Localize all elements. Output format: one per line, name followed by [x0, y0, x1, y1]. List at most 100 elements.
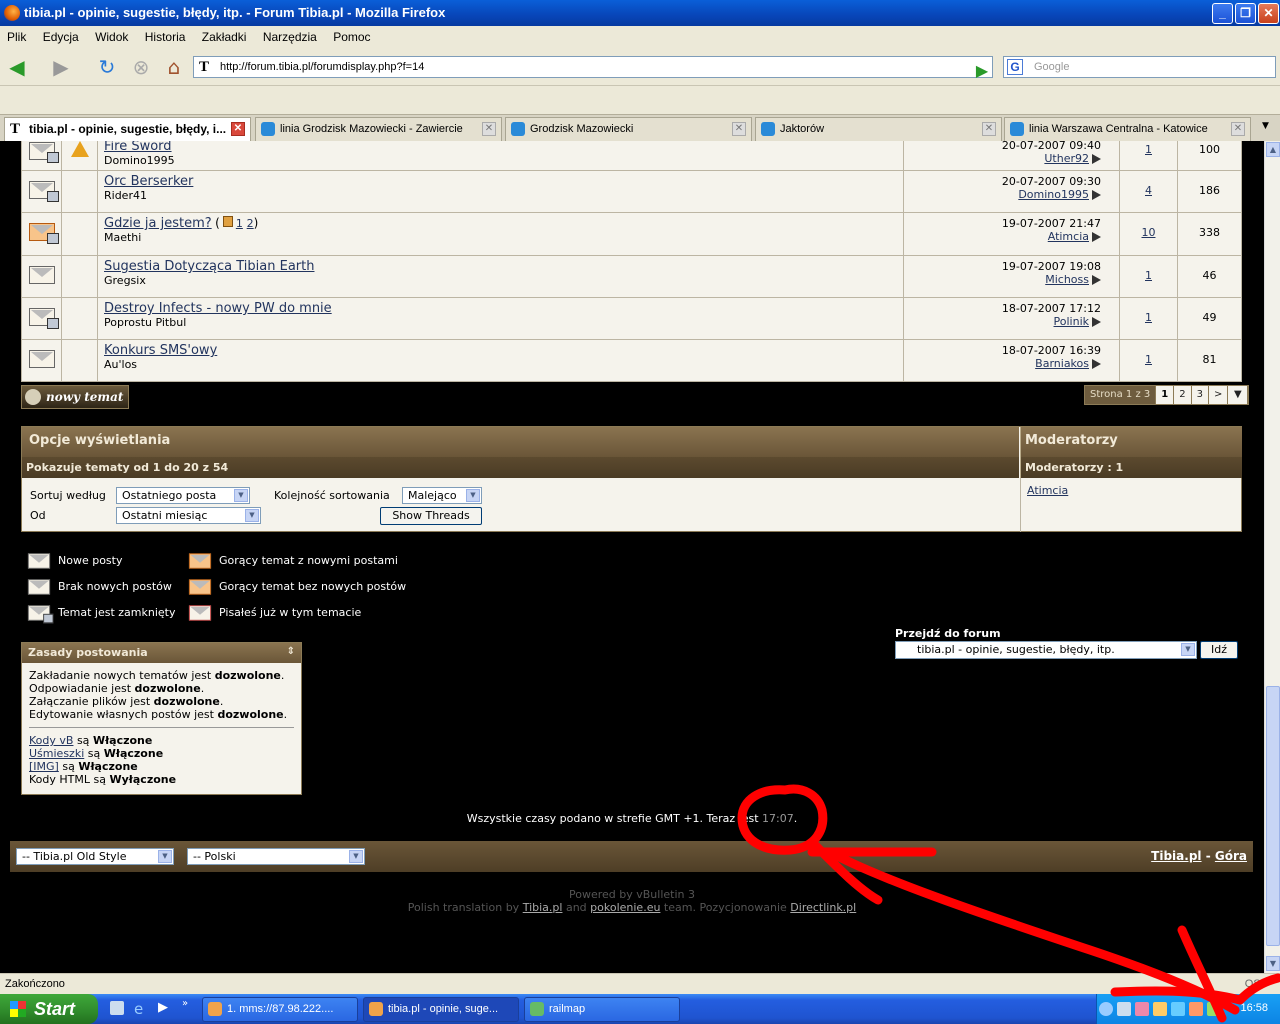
replies-link[interactable]: 1	[1145, 143, 1152, 156]
thread-title-link[interactable]: Orc Berserker	[104, 174, 193, 189]
scroll-down-icon[interactable]: ▼	[1266, 956, 1280, 971]
tray-app-icon[interactable]	[1117, 1002, 1131, 1016]
vbcode-link[interactable]: Kody vB	[29, 734, 73, 747]
page-2-link[interactable]: 2	[1174, 386, 1192, 404]
menu-bookmarks[interactable]: Zakładki	[195, 26, 253, 44]
scroll-thumb[interactable]	[1266, 686, 1280, 946]
thread-title-link[interactable]: Gdzie ja jestem?	[104, 216, 212, 231]
forward-icon[interactable]: ▶	[48, 54, 74, 80]
start-button[interactable]: Start	[0, 994, 98, 1024]
tab-jaktorow[interactable]: Jaktorów ✕	[755, 117, 1002, 141]
language-select[interactable]: -- Polski ▼	[187, 848, 365, 865]
smilies-link[interactable]: Uśmieszki	[29, 747, 84, 760]
replies-link[interactable]: 1	[1145, 353, 1152, 366]
media-player-icon[interactable]: ▶	[158, 1000, 168, 1015]
top-link[interactable]: Góra	[1215, 849, 1247, 863]
thread-title-link[interactable]: Fire Sword	[104, 141, 172, 154]
moderator-link[interactable]: Atimcia	[1027, 484, 1068, 497]
replies-link[interactable]: 4	[1145, 184, 1152, 197]
internet-explorer-icon[interactable]: e	[134, 1000, 143, 1018]
menu-history[interactable]: Historia	[138, 26, 192, 44]
go-last-post-icon[interactable]	[1092, 232, 1101, 242]
google-icon[interactable]: G	[1007, 59, 1023, 75]
sort-select[interactable]: Ostatniego posta ▼	[116, 487, 250, 504]
thread-title-link[interactable]: Sugestia Dotycząca Tibian Earth	[104, 259, 314, 274]
tab-grodzisk[interactable]: Grodzisk Mazowiecki ✕	[505, 117, 752, 141]
replies-link[interactable]: 1	[1145, 311, 1152, 324]
show-desktop-icon[interactable]	[110, 1001, 124, 1015]
tab-list-icon[interactable]: ▼	[1262, 121, 1269, 131]
go-last-post-icon[interactable]	[1092, 275, 1101, 285]
go-icon[interactable]: ▶	[969, 58, 995, 84]
sort-order-select[interactable]: Malejąco ▼	[402, 487, 482, 504]
new-topic-label: nowy temat	[46, 390, 124, 404]
directlink-link[interactable]: Directlink.pl	[790, 901, 856, 914]
replies-link[interactable]: 1	[1145, 269, 1152, 282]
taskbar-item-mms[interactable]: 1. mms://87.98.222....	[202, 997, 358, 1022]
tray-expand-icon[interactable]	[1099, 1002, 1113, 1016]
new-topic-button[interactable]: nowy temat	[21, 385, 129, 409]
menu-view[interactable]: Widok	[88, 26, 134, 44]
pokolenie-link[interactable]: pokolenie.eu	[590, 901, 660, 914]
thread-page-1-link[interactable]: 1	[236, 217, 243, 230]
close-tab-icon[interactable]: ✕	[982, 122, 996, 136]
close-tab-icon[interactable]: ✕	[732, 122, 746, 136]
tibia-home-link[interactable]: Tibia.pl	[1151, 849, 1201, 863]
go-last-post-icon[interactable]	[1092, 154, 1101, 164]
stop-icon[interactable]: ⊗	[128, 54, 154, 80]
replies-link[interactable]: 10	[1142, 226, 1156, 239]
tab-tibia[interactable]: T tibia.pl - opinie, sugestie, błędy, i.…	[4, 117, 251, 141]
go-last-post-icon[interactable]	[1092, 317, 1101, 327]
show-threads-button[interactable]: Show Threads	[380, 507, 482, 525]
tray-app-icon[interactable]	[1171, 1002, 1185, 1016]
thread-title-link[interactable]: Destroy Infects - nowy PW do mnie	[104, 301, 332, 316]
close-tab-icon[interactable]: ✕	[482, 122, 496, 136]
page-menu-icon[interactable]: ▼	[1228, 386, 1249, 404]
thread-title-link[interactable]: Konkurs SMS'owy	[104, 343, 217, 358]
jump-go-button[interactable]: Idź	[1200, 641, 1238, 659]
menu-help[interactable]: Pomoc	[326, 26, 376, 44]
minimize-button[interactable]: _	[1212, 3, 1233, 24]
menu-tools[interactable]: Narzędzia	[256, 26, 323, 44]
url-input[interactable]: T http://forum.tibia.pl/forumdisplay.php…	[193, 56, 1140, 78]
tab-warszawa-katowice[interactable]: linia Warszawa Centralna - Katowice ✕	[1004, 117, 1251, 141]
from-select[interactable]: Ostatni miesiąc ▼	[116, 507, 261, 524]
next-page-link[interactable]: >	[1208, 386, 1229, 404]
tray-app-icon[interactable]	[1135, 1002, 1149, 1016]
last-poster-link[interactable]: Domino1995	[1018, 188, 1089, 201]
taskbar-item-railmap[interactable]: railmap	[524, 997, 680, 1022]
close-tab-icon[interactable]: ✕	[1231, 122, 1245, 136]
tray-app-icon[interactable]	[1153, 1002, 1167, 1016]
close-window-button[interactable]: ✕	[1258, 3, 1279, 24]
tab-grodzisk-zawiercie[interactable]: linia Grodzisk Mazowiecki - Zawiercie ✕	[255, 117, 502, 141]
last-poster-link[interactable]: Polinik	[1054, 315, 1089, 328]
page-3-link[interactable]: 3	[1191, 386, 1209, 404]
close-tab-icon[interactable]: ✕	[231, 122, 245, 136]
quicklaunch-more-icon[interactable]: »	[182, 998, 188, 1009]
maximize-button[interactable]: ❐	[1235, 3, 1256, 24]
collapse-icon[interactable]: ⇕	[287, 646, 295, 657]
last-poster-link[interactable]: Atimcia	[1048, 230, 1089, 243]
reload-icon[interactable]: ↻	[94, 54, 120, 80]
last-poster-link[interactable]: Uther92	[1044, 152, 1089, 165]
style-select[interactable]: -- Tibia.pl Old Style ▼	[16, 848, 174, 865]
go-last-post-icon[interactable]	[1092, 190, 1101, 200]
search-input[interactable]: G Google	[1003, 56, 1276, 78]
thread-page-2-link[interactable]: 2	[247, 217, 254, 230]
tibia-credit-link[interactable]: Tibia.pl	[523, 901, 563, 914]
tray-app-icon[interactable]	[1189, 1002, 1203, 1016]
menu-file[interactable]: Plik	[0, 26, 32, 44]
back-icon[interactable]: ◀	[4, 54, 30, 80]
last-poster-link[interactable]: Michoss	[1045, 273, 1089, 286]
last-poster-link[interactable]: Barniakos	[1035, 357, 1089, 370]
vertical-scrollbar[interactable]: ▲ ▼	[1264, 141, 1280, 973]
img-code-link[interactable]: [IMG]	[29, 760, 59, 773]
menu-edit[interactable]: Edycja	[36, 26, 85, 44]
jump-forum-select[interactable]: tibia.pl - opinie, sugestie, błędy, itp.…	[895, 641, 1197, 659]
home-icon[interactable]: ⌂	[161, 54, 187, 80]
scroll-up-icon[interactable]: ▲	[1266, 142, 1280, 157]
tray-app-icon[interactable]	[1207, 1002, 1221, 1016]
closed-thread-icon	[27, 605, 54, 624]
go-last-post-icon[interactable]	[1092, 359, 1101, 369]
taskbar-item-firefox[interactable]: tibia.pl - opinie, suge...	[363, 997, 519, 1022]
